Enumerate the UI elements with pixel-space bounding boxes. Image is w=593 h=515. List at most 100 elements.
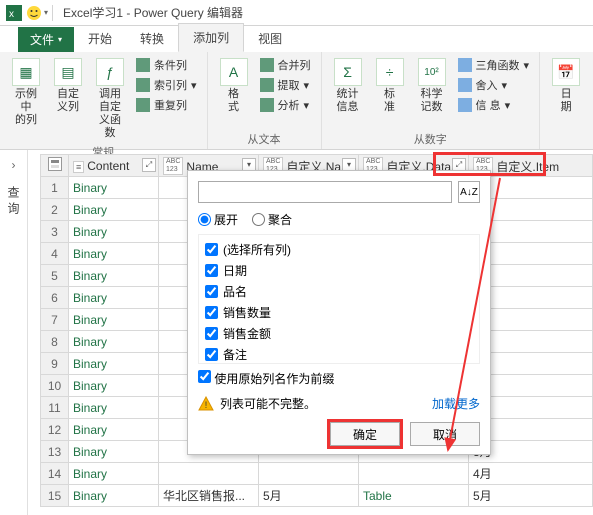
radio-aggregate[interactable]: 聚合 [252, 211, 292, 228]
column-checklist[interactable]: (选择所有列) 日期 品名 销售数量 销售金额 备注 [198, 234, 480, 364]
row-number[interactable]: 15 [41, 485, 69, 507]
row-number[interactable]: 10 [41, 375, 69, 397]
check-column-option[interactable]: 备注 [205, 344, 473, 364]
cell-custom-data[interactable]: Table [359, 485, 469, 507]
search-input[interactable] [198, 181, 452, 203]
tab-addcolumn[interactable]: 添加列 [178, 23, 244, 52]
row-number[interactable]: 5 [41, 265, 69, 287]
row-number[interactable]: 14 [41, 463, 69, 485]
tab-home[interactable]: 开始 [74, 25, 126, 52]
row-number[interactable]: 12 [41, 419, 69, 441]
check-column-option[interactable]: 品名 [205, 281, 473, 302]
row-number[interactable]: 11 [41, 397, 69, 419]
cell-name[interactable]: 华北区销售报... [159, 485, 259, 507]
check-column-option[interactable]: 销售金额 [205, 323, 473, 344]
cancel-button[interactable]: 取消 [410, 422, 480, 446]
row-number[interactable]: 8 [41, 331, 69, 353]
radio-expand[interactable]: 展开 [198, 211, 238, 228]
table-corner[interactable] [41, 155, 69, 177]
sidebar-label: 查询 [5, 186, 22, 218]
row-number[interactable]: 7 [41, 309, 69, 331]
cell-name[interactable] [159, 463, 259, 485]
warning-icon: ! [198, 396, 214, 412]
cell-content[interactable]: Binary [69, 177, 159, 199]
row-number[interactable]: 1 [41, 177, 69, 199]
conditional-column-button[interactable]: 条件列 [134, 56, 199, 74]
cell-content[interactable]: Binary [69, 221, 159, 243]
svg-text:x: x [9, 9, 14, 20]
row-number[interactable]: 6 [41, 287, 69, 309]
emoji-icon[interactable] [26, 5, 42, 21]
cell-content[interactable]: Binary [69, 265, 159, 287]
cell-content[interactable]: Binary [69, 243, 159, 265]
check-column-option[interactable]: 日期 [205, 260, 473, 281]
ribbon-group-text: A格式 合并列 提取 ▾ 分析 ▾ 从文本 [208, 52, 322, 149]
cell-content[interactable]: Binary [69, 397, 159, 419]
duplicate-column-button[interactable]: 重复列 [134, 96, 199, 114]
parse-button[interactable]: 分析 ▾ [258, 96, 313, 114]
cell-content[interactable]: Binary [69, 485, 159, 507]
cell-custom-item[interactable]: 4月 [469, 463, 593, 485]
ribbon: ▦示例中的列 ▤自定义列 ƒ调用自定义函数 条件列 索引列 ▾ 重复列 常规 A… [0, 52, 593, 150]
extract-button[interactable]: 提取 ▾ [258, 76, 313, 94]
scientific-button[interactable]: 10²科学记数 [414, 56, 450, 116]
load-more-link[interactable]: 加载更多 [432, 395, 480, 412]
check-column-option[interactable]: 销售数量 [205, 302, 473, 323]
expand-icon[interactable]: ⤢ [142, 158, 156, 172]
warning-text: 列表可能不完整。 [220, 395, 316, 412]
query-sidebar: › 查询 [0, 150, 28, 515]
cell-custom-item[interactable]: 5月 [469, 485, 593, 507]
row-number[interactable]: 9 [41, 353, 69, 375]
binary-type-icon: ≡ [73, 161, 84, 173]
rounding-button[interactable]: 舍入 ▾ [456, 76, 532, 94]
col-content[interactable]: ≡Content⤢ [69, 155, 159, 177]
expand-sidebar-icon[interactable]: › [12, 158, 16, 172]
ok-button[interactable]: 确定 [330, 422, 400, 446]
cell-content[interactable]: Binary [69, 353, 159, 375]
cell-content[interactable]: Binary [69, 309, 159, 331]
table-row[interactable]: 15Binary华北区销售报...5月Table5月 [41, 485, 593, 507]
invoke-function-button[interactable]: ƒ调用自定义函数 [92, 56, 128, 142]
row-number[interactable]: 2 [41, 199, 69, 221]
cell-custom-name[interactable] [259, 463, 359, 485]
expand-column-popup: A↓Z 展开 聚合 (选择所有列) 日期 品名 销售数量 销售金额 备注 使用原… [187, 170, 491, 455]
excel-icon: x [6, 5, 22, 21]
ribbon-tabs: 文件 开始 转换 添加列 视图 [0, 26, 593, 52]
cell-content[interactable]: Binary [69, 287, 159, 309]
index-column-button[interactable]: 索引列 ▾ [134, 76, 199, 94]
window-title: Excel学习1 - Power Query 编辑器 [63, 4, 243, 21]
cell-content[interactable]: Binary [69, 199, 159, 221]
cell-content[interactable]: Binary [69, 441, 159, 463]
column-from-examples-button[interactable]: ▦示例中的列 [8, 56, 44, 129]
cell-content[interactable]: Binary [69, 331, 159, 353]
text-type-icon: ABC 123 [163, 157, 183, 175]
format-button[interactable]: A格式 [216, 56, 252, 116]
cell-content[interactable]: Binary [69, 463, 159, 485]
statistics-button[interactable]: Σ统计信息 [330, 56, 366, 116]
row-number[interactable]: 4 [41, 243, 69, 265]
tab-transform[interactable]: 转换 [126, 25, 178, 52]
row-number[interactable]: 3 [41, 221, 69, 243]
table-row[interactable]: 14Binary 4月 [41, 463, 593, 485]
check-use-prefix[interactable]: 使用原始列名作为前缀 [198, 370, 334, 387]
cell-content[interactable]: Binary [69, 375, 159, 397]
ribbon-group-date: 📅日期 [540, 52, 592, 149]
cell-custom-name[interactable]: 5月 [259, 485, 359, 507]
ribbon-group-general: ▦示例中的列 ▤自定义列 ƒ调用自定义函数 条件列 索引列 ▾ 重复列 常规 [0, 52, 208, 149]
cell-content[interactable]: Binary [69, 419, 159, 441]
row-number[interactable]: 13 [41, 441, 69, 463]
sort-az-button[interactable]: A↓Z [458, 181, 480, 203]
information-button[interactable]: 信 息 ▾ [456, 96, 532, 114]
date-button[interactable]: 📅日期 [548, 56, 584, 116]
cell-custom-data[interactable] [359, 463, 469, 485]
check-select-all[interactable]: (选择所有列) [205, 239, 473, 260]
file-tab[interactable]: 文件 [18, 27, 74, 52]
standard-button[interactable]: ÷标准 [372, 56, 408, 116]
merge-columns-button[interactable]: 合并列 [258, 56, 313, 74]
tab-view[interactable]: 视图 [244, 25, 296, 52]
trig-button[interactable]: 三角函数 ▾ [456, 56, 532, 74]
ribbon-group-number: Σ统计信息 ÷标准 10²科学记数 三角函数 ▾ 舍入 ▾ 信 息 ▾ 从数字 [322, 52, 541, 149]
table-icon [48, 157, 62, 171]
title-bar: x ▾ Excel学习1 - Power Query 编辑器 [0, 0, 593, 26]
custom-column-button[interactable]: ▤自定义列 [50, 56, 86, 116]
